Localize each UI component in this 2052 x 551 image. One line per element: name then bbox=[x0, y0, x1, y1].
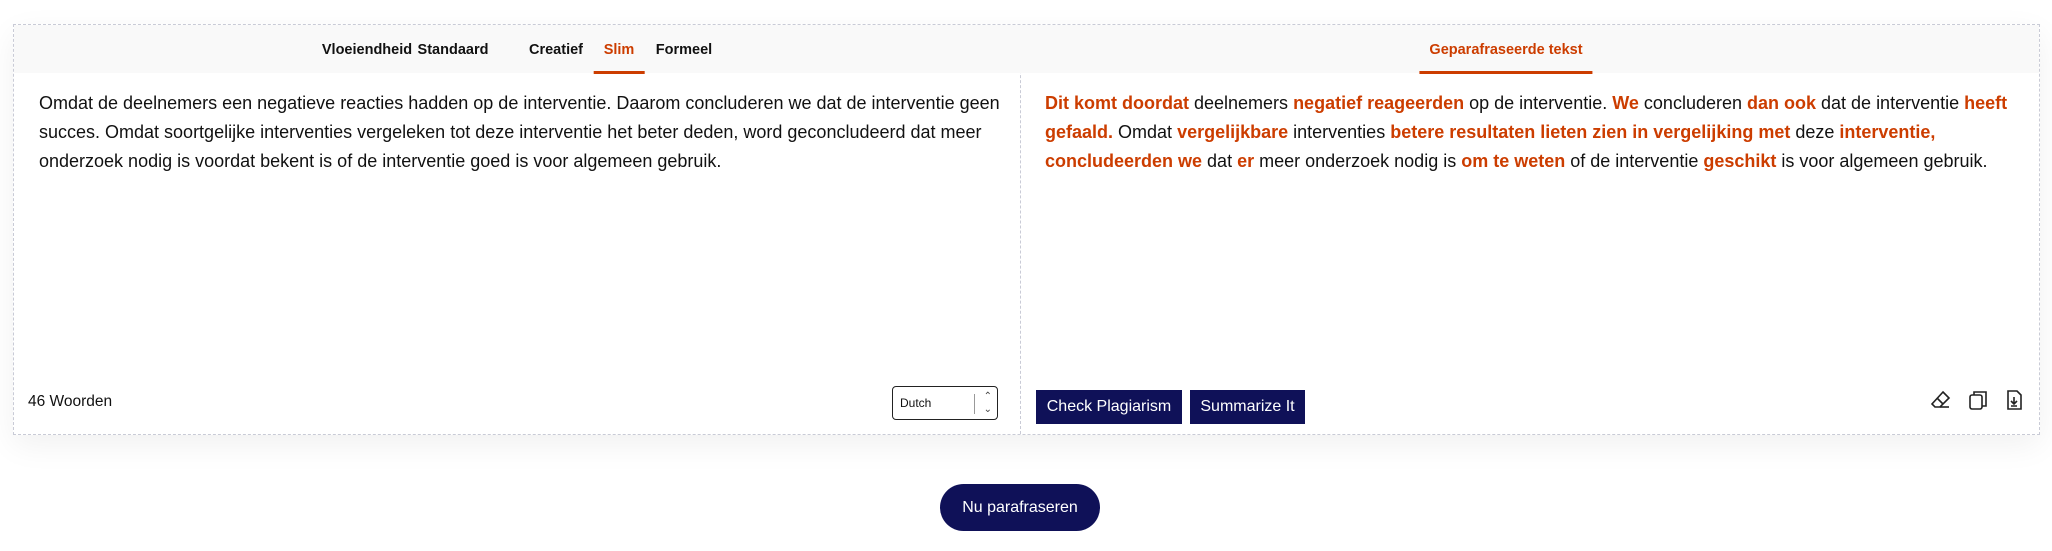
unchanged-text: concluderen bbox=[1638, 93, 1747, 113]
input-panel: Vloeiendheid Standaard Creatief Slim For… bbox=[14, 25, 1021, 434]
changed-phrase[interactable]: betere resultaten lieten zien in vergeli… bbox=[1390, 122, 1790, 142]
changed-phrase[interactable]: Dit komt doordat bbox=[1045, 93, 1189, 113]
language-select[interactable]: Dutch ⌃ ⌄ bbox=[892, 386, 998, 420]
tab-slim[interactable]: Slim bbox=[593, 42, 644, 74]
unchanged-text: is voor algemeen gebruik. bbox=[1776, 151, 1988, 171]
tab-creatief[interactable]: Creatief bbox=[529, 42, 583, 58]
unchanged-text: dat bbox=[1202, 151, 1238, 171]
summarize-button[interactable]: Summarize It bbox=[1190, 390, 1305, 424]
unchanged-text: meer onderzoek nodig is bbox=[1254, 151, 1462, 171]
paraphraser-card: Vloeiendheid Standaard Creatief Slim For… bbox=[13, 24, 2040, 435]
changed-phrase[interactable]: er bbox=[1237, 151, 1254, 171]
output-panel: Geparafraseerde tekst Dit komt doordat d… bbox=[1020, 25, 2039, 434]
changed-phrase[interactable]: vergelijkbare bbox=[1177, 122, 1288, 142]
tab-standaard[interactable]: Standaard bbox=[418, 42, 489, 58]
unchanged-text: deelnemers bbox=[1189, 93, 1294, 113]
changed-phrase[interactable]: dan ook bbox=[1747, 93, 1816, 113]
changed-phrase[interactable]: geschikt bbox=[1703, 151, 1776, 171]
copy-icon[interactable] bbox=[1966, 388, 1990, 412]
download-icon[interactable] bbox=[2002, 388, 2026, 412]
unchanged-text: op de interventie. bbox=[1464, 93, 1613, 113]
word-count: 46 Woorden bbox=[28, 393, 113, 410]
unchanged-text: of de interventie bbox=[1565, 151, 1704, 171]
chevron-up-down-icon: ⌃ ⌄ bbox=[983, 391, 992, 415]
changed-phrase[interactable]: We bbox=[1612, 93, 1639, 113]
output-text: Dit komt doordat deelnemers negatief rea… bbox=[1045, 89, 2030, 176]
check-plagiarism-button[interactable]: Check Plagiarism bbox=[1036, 390, 1182, 424]
mode-tabs: Vloeiendheid Standaard Creatief Slim For… bbox=[14, 25, 1020, 74]
paraphrase-now-button[interactable]: Nu parafraseren bbox=[940, 484, 1100, 531]
changed-phrase[interactable]: om te weten bbox=[1461, 151, 1565, 171]
changed-phrase[interactable]: negatief reageerden bbox=[1293, 93, 1464, 113]
output-tabbar: Geparafraseerde tekst bbox=[1020, 25, 2039, 74]
unchanged-text: interventies bbox=[1288, 122, 1391, 142]
language-value: Dutch bbox=[900, 396, 932, 410]
unchanged-text: dat de interventie bbox=[1816, 93, 1965, 113]
unchanged-text: Omdat bbox=[1113, 122, 1178, 142]
unchanged-text: deze bbox=[1790, 122, 1840, 142]
tab-formeel[interactable]: Formeel bbox=[656, 42, 712, 58]
select-divider bbox=[974, 394, 975, 414]
eraser-icon[interactable] bbox=[1929, 388, 1953, 412]
tab-paraphrased-text[interactable]: Geparafraseerde tekst bbox=[1419, 42, 1593, 74]
input-textarea[interactable]: Omdat de deelnemers een negatieve reacti… bbox=[39, 89, 1014, 176]
tab-vloeiendheid[interactable]: Vloeiendheid bbox=[322, 42, 412, 58]
